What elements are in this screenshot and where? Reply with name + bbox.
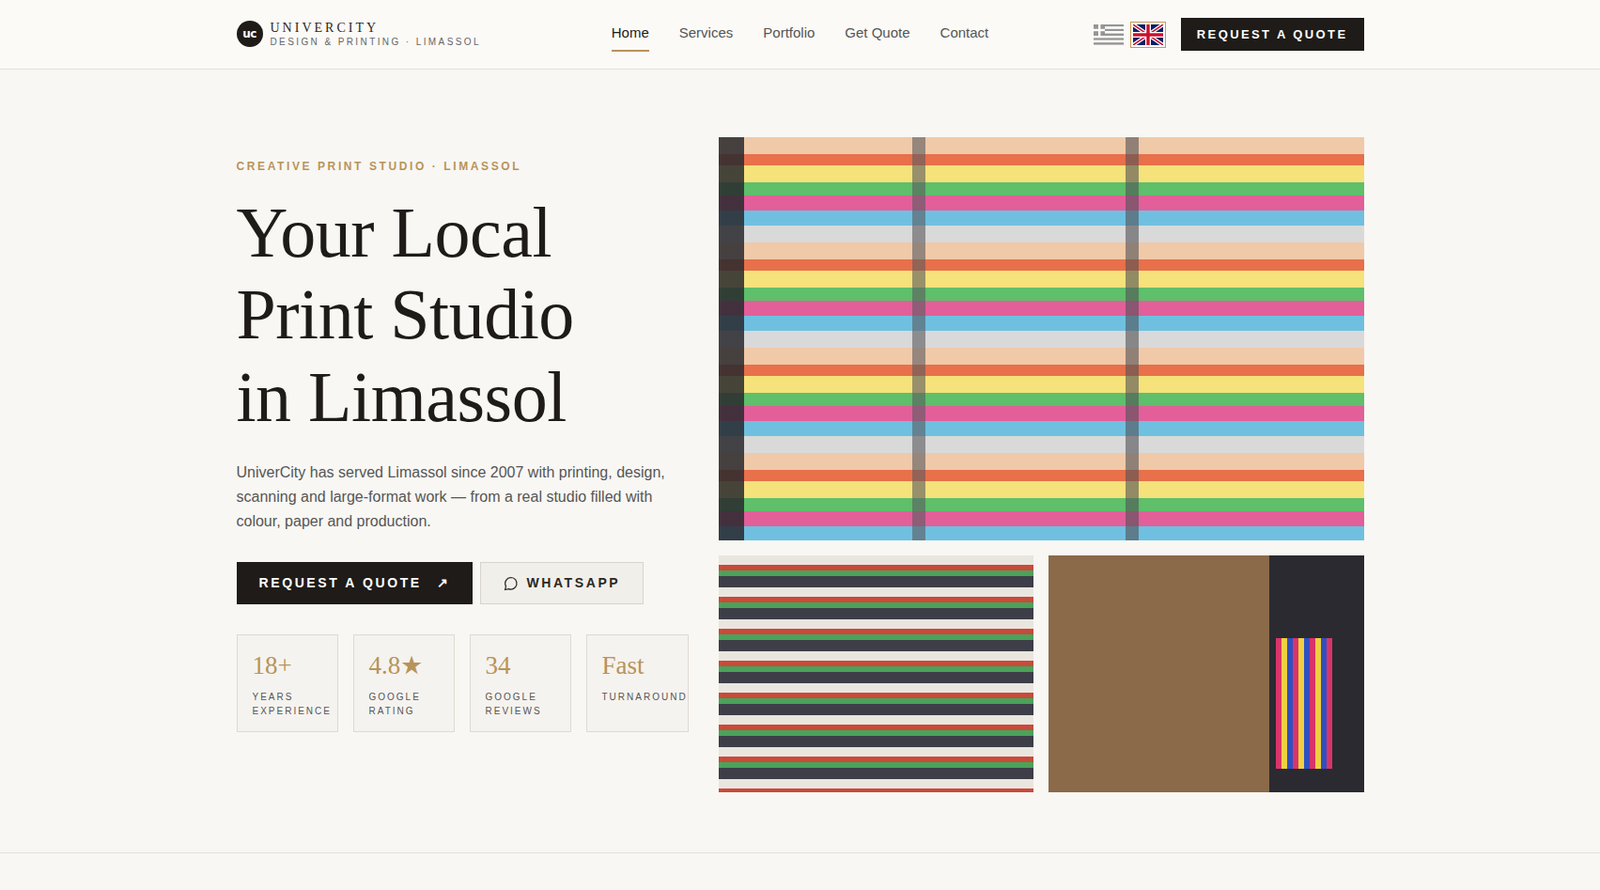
nav-link[interactable]: Contact — [940, 16, 990, 52]
header-actions: REQUEST A QUOTE — [988, 17, 1364, 52]
stat-label-line: YEARS — [252, 689, 325, 704]
whatsapp-button[interactable]: WHATSAPP — [480, 561, 644, 605]
button-label: WHATSAPP — [526, 573, 621, 593]
stat-value: 34 — [485, 652, 558, 681]
main-nav: Home Services Portfolio Get Quote Contact — [611, 16, 990, 52]
stat-value: 18+ — [252, 652, 325, 681]
stat-card: 34 GOOGLEREVIEWS — [469, 634, 572, 732]
title-line: Your Local — [236, 191, 689, 274]
arrow-icon: ↗ — [436, 573, 451, 593]
brand-name: UNIVERCITY — [270, 20, 482, 37]
brand-logo[interactable]: ucUNIVERCITYDESIGN & PRINTING · LIMASSOL — [236, 20, 612, 49]
stat-label: GOOGLERATING — [369, 689, 441, 718]
stat-card: 4.8★ GOOGLERATING — [353, 634, 455, 732]
stat-label-line: GOOGLE — [369, 689, 441, 704]
stat-label-line: REVIEWS — [485, 703, 558, 718]
hero-text: CREATIVE PRINT STUDIO · LIMASSOL Your Loc… — [236, 137, 689, 793]
stat-label-line: TURNAROUND — [602, 689, 675, 704]
nav-link[interactable]: Get Quote — [844, 16, 910, 52]
brand-tagline: DESIGN & PRINTING · LIMASSOL — [270, 35, 482, 48]
stat-label-line: GOOGLE — [485, 689, 558, 704]
hero-buttons: REQUEST A QUOTE ↗ WHATSAPP — [236, 561, 689, 605]
stat-label: YEARSEXPERIENCE — [252, 689, 325, 718]
hero-title: Your LocalPrint Studioin Limassol — [236, 191, 689, 438]
stat-label: GOOGLEREVIEWS — [485, 689, 558, 718]
stat-label-line: EXPERIENCE — [252, 703, 325, 718]
site-header: ucUNIVERCITYDESIGN & PRINTING · LIMASSOL… — [0, 0, 1600, 70]
nav-link[interactable]: Home — [611, 16, 650, 52]
store-photo — [1048, 555, 1365, 793]
nav-link[interactable]: Services — [679, 16, 734, 52]
store-photo — [718, 137, 1365, 541]
store-photo — [718, 555, 1035, 793]
stat-card: 18+ YEARSEXPERIENCE — [236, 634, 339, 732]
greek-flag-icon — [1093, 24, 1124, 46]
button-label: REQUEST A QUOTE — [259, 573, 422, 593]
stat-value: 4.8★ — [369, 652, 441, 681]
header-bar: ucUNIVERCITYDESIGN & PRINTING · LIMASSOL… — [236, 0, 1365, 69]
hero-grid: CREATIVE PRINT STUDIO · LIMASSOL Your Loc… — [236, 137, 1365, 793]
photo-gallery — [718, 137, 1365, 793]
chat-bubble-icon — [503, 575, 519, 591]
brand-text: UNIVERCITYDESIGN & PRINTING · LIMASSOL — [270, 20, 482, 49]
language-button[interactable] — [1130, 21, 1166, 48]
stat-label: TURNAROUND — [602, 689, 675, 704]
stat-value: Fast — [602, 652, 675, 681]
title-line: in Limassol — [236, 356, 689, 438]
title-line: Print Studio — [236, 273, 689, 356]
stat-label-line: RATING — [369, 703, 441, 718]
language-button[interactable] — [1090, 21, 1127, 48]
logo-mark: uc — [236, 20, 264, 47]
stat-card: Fast TURNAROUND — [586, 634, 689, 732]
language-switcher — [1090, 21, 1166, 48]
stats-row: 18+YEARSEXPERIENCE4.8★GOOGLERATING34GOOG… — [236, 634, 689, 732]
uk-flag-icon — [1133, 24, 1164, 46]
request-quote-button[interactable]: REQUEST A QUOTE ↗ — [236, 561, 474, 605]
hero-section: CREATIVE PRINT STUDIO · LIMASSOL Your Loc… — [0, 69, 1600, 854]
hero-eyebrow: CREATIVE PRINT STUDIO · LIMASSOL — [236, 157, 689, 175]
request-quote-button[interactable]: REQUEST A QUOTE — [1180, 17, 1365, 52]
nav-link[interactable]: Portfolio — [762, 16, 815, 52]
hero-description: UniverCity has served Limassol since 200… — [236, 460, 689, 534]
